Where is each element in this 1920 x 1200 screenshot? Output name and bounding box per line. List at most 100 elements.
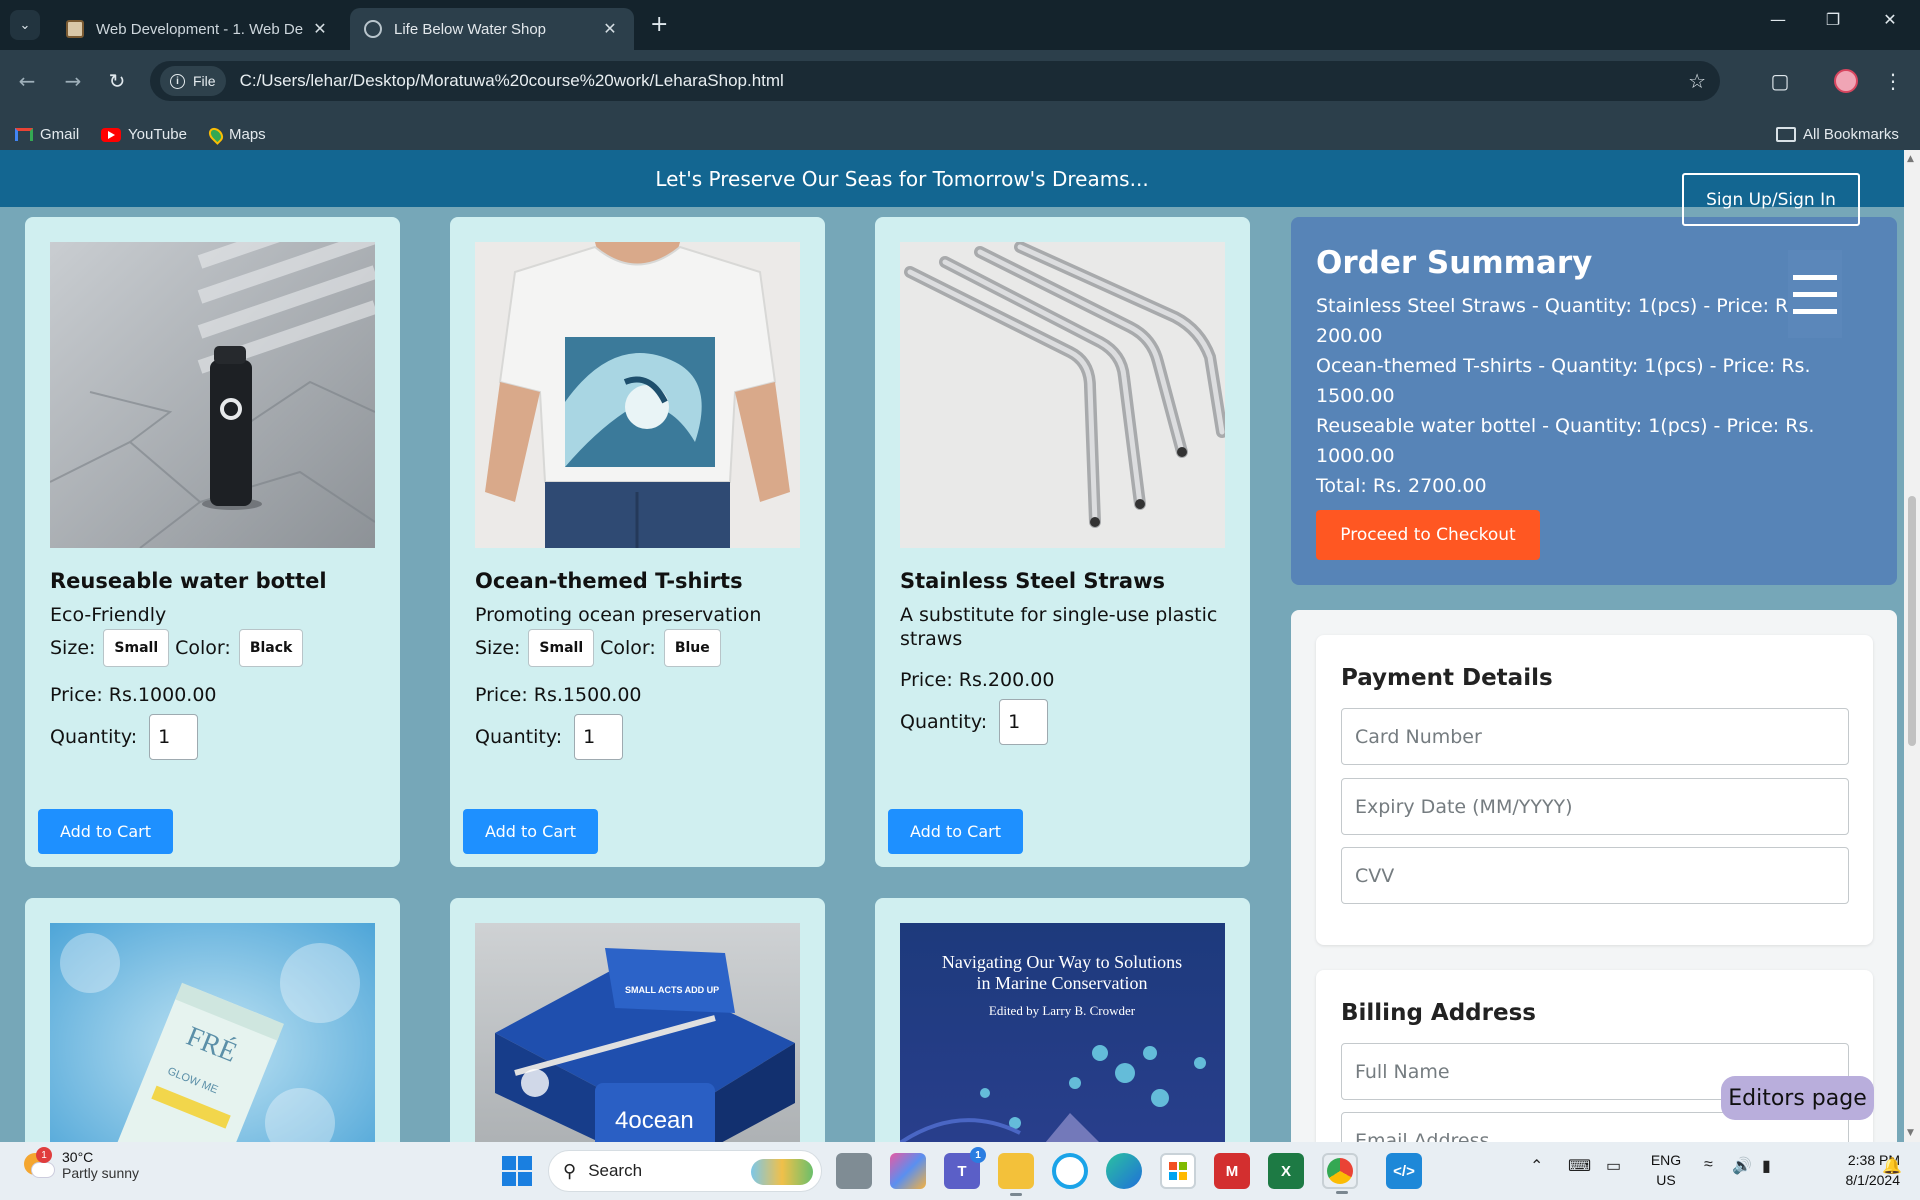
chevron-down-icon: ⌄ <box>19 17 31 33</box>
product-price: Price: Rs.1000.00 <box>50 684 217 706</box>
product-name: Reuseable water bottel <box>50 569 327 593</box>
quantity-row: Quantity: 1 <box>475 714 624 760</box>
chevron-up-icon[interactable]: ⌃ <box>1530 1156 1543 1176</box>
add-to-cart-button[interactable]: Add to Cart <box>463 809 598 854</box>
add-to-cart-button[interactable]: Add to Cart <box>888 809 1023 854</box>
close-icon[interactable]: ✕ <box>600 19 620 39</box>
site-info-chip[interactable]: i File <box>160 66 226 96</box>
page-scrollbar[interactable]: ▲ ▼ <box>1904 150 1920 1142</box>
weather-widget[interactable]: 1 30°C Partly sunny <box>22 1147 140 1181</box>
order-summary-title: Order Summary <box>1316 245 1593 281</box>
quantity-label: Quantity: <box>50 726 138 748</box>
forward-icon[interactable]: → <box>58 66 88 96</box>
cortana-icon[interactable] <box>1052 1153 1088 1189</box>
weather-condition: Partly sunny <box>62 1165 140 1181</box>
bookmark-label: Maps <box>229 126 266 143</box>
keyboard-icon[interactable]: ⌨ <box>1568 1156 1591 1176</box>
new-tab-button[interactable]: + <box>650 12 668 37</box>
scroll-down-icon[interactable]: ▼ <box>1907 1128 1914 1138</box>
quantity-row: Quantity: 1 <box>50 714 199 760</box>
file-explorer-icon[interactable] <box>998 1153 1034 1196</box>
add-to-cart-button[interactable]: Add to Cart <box>38 809 173 854</box>
windows-start-icon[interactable] <box>502 1156 532 1186</box>
cvv-input[interactable]: CVV <box>1341 847 1849 904</box>
browser-tab-strip: ⌄ Web Development - 1. Web De ✕ Life Bel… <box>0 0 1920 50</box>
edge-icon[interactable] <box>1106 1153 1142 1189</box>
profile-button[interactable] <box>1831 66 1861 96</box>
notification-bell-icon[interactable]: 🔔 <box>1882 1156 1902 1176</box>
scroll-thumb[interactable] <box>1908 496 1916 746</box>
banner-text: Let's Preserve Our Seas for Tomorrow's D… <box>655 166 1149 191</box>
product-price: Price: Rs.1500.00 <box>475 684 642 706</box>
taskbar-search-box[interactable]: ⚲ Search <box>548 1150 822 1192</box>
bookmark-youtube[interactable]: YouTube <box>101 126 187 143</box>
excel-icon[interactable]: X <box>1268 1153 1304 1189</box>
tab-search-button[interactable]: ⌄ <box>10 10 40 40</box>
menu-dots-icon[interactable]: ⋮ <box>1878 66 1908 96</box>
hero-banner: Let's Preserve Our Seas for Tomorrow's D… <box>0 150 1904 207</box>
task-view-icon[interactable] <box>836 1153 872 1189</box>
order-line: Reuseable water bottel - Quantity: 1(pcs… <box>1316 415 1815 467</box>
mcafee-icon[interactable]: M <box>1214 1153 1250 1189</box>
order-line: Stainless Steel Straws - Quantity: 1(pcs… <box>1316 295 1805 347</box>
extensions-icon[interactable]: ▢ <box>1765 66 1795 96</box>
bookmark-label: YouTube <box>128 126 187 143</box>
wifi-icon[interactable]: ≈ <box>1704 1156 1713 1174</box>
tote-text: SMALL ACTS ADD UP <box>625 985 719 995</box>
youtube-icon <box>101 127 121 142</box>
web-page-viewport: Let's Preserve Our Seas for Tomorrow's D… <box>0 150 1904 1142</box>
billing-address-title: Billing Address <box>1341 1000 1536 1026</box>
size-select[interactable]: Small <box>528 629 595 667</box>
product-name: Ocean-themed T-shirts <box>475 569 743 593</box>
browser-tab-life-below-water[interactable]: Life Below Water Shop ✕ <box>350 8 634 50</box>
hamburger-menu-icon[interactable] <box>1788 250 1842 338</box>
bookmark-gmail[interactable]: Gmail <box>15 126 79 143</box>
color-select[interactable]: Blue <box>663 629 721 667</box>
order-line: Ocean-themed T-shirts - Quantity: 1(pcs)… <box>1316 355 1811 407</box>
close-icon[interactable]: ✕ <box>310 19 330 39</box>
star-icon[interactable]: ☆ <box>1688 69 1706 93</box>
tablet-mode-icon[interactable]: ▭ <box>1606 1156 1621 1176</box>
payment-details-panel: Payment Details Card Number Expiry Date … <box>1316 635 1873 945</box>
quantity-input[interactable]: 1 <box>999 699 1049 745</box>
microsoft-store-icon[interactable] <box>1160 1153 1196 1189</box>
size-label: Size: <box>50 637 96 659</box>
chrome-icon[interactable] <box>1322 1153 1358 1194</box>
vscode-icon[interactable]: </> <box>1386 1153 1422 1189</box>
reload-icon[interactable]: ↻ <box>102 66 132 96</box>
expiry-date-input[interactable]: Expiry Date (MM/YYYY) <box>1341 778 1849 835</box>
address-bar[interactable]: i File C:/Users/lehar/Desktop/Moratuwa%2… <box>150 61 1720 101</box>
browser-tab-web-development[interactable]: Web Development - 1. Web De ✕ <box>52 8 344 50</box>
teams-badge: 1 <box>970 1147 986 1163</box>
scroll-up-icon[interactable]: ▲ <box>1907 154 1914 164</box>
restore-icon[interactable]: ❐ <box>1813 10 1853 29</box>
language-indicator[interactable]: ENG US <box>1646 1150 1686 1190</box>
window-close-icon[interactable]: ✕ <box>1870 10 1910 29</box>
back-icon[interactable]: ← <box>12 66 42 96</box>
sign-in-button[interactable]: Sign Up/Sign In <box>1682 173 1860 226</box>
search-icon: ⚲ <box>563 1160 577 1181</box>
quantity-row: Quantity: 1 <box>900 699 1049 745</box>
product-description: Promoting ocean preservation <box>475 604 762 626</box>
globe-icon <box>364 20 382 38</box>
proceed-to-checkout-button[interactable]: Proceed to Checkout <box>1316 510 1540 560</box>
product-card-sunscreen: FRÉ GLOW ME <box>25 898 400 1142</box>
editors-page-button[interactable]: Editors page <box>1721 1076 1874 1120</box>
language-region: US <box>1656 1172 1676 1188</box>
color-select[interactable]: Black <box>238 629 304 667</box>
copilot-icon[interactable] <box>890 1153 926 1189</box>
quantity-input[interactable]: 1 <box>574 714 624 760</box>
volume-icon[interactable]: 🔊 <box>1732 1156 1752 1176</box>
size-select[interactable]: Small <box>103 629 170 667</box>
quantity-input[interactable]: 1 <box>149 714 199 760</box>
url-text: C:/Users/lehar/Desktop/Moratuwa%20course… <box>239 71 784 90</box>
all-bookmarks-button[interactable]: All Bookmarks <box>1776 126 1899 143</box>
battery-icon[interactable]: ▮ <box>1762 1156 1771 1176</box>
card-number-input[interactable]: Card Number <box>1341 708 1849 765</box>
minimize-icon[interactable]: — <box>1758 10 1798 29</box>
product-card-tshirt: Ocean-themed T-shirts Promoting ocean pr… <box>450 217 825 867</box>
bookmark-maps[interactable]: Maps <box>206 124 266 145</box>
color-label: Color: <box>175 637 231 659</box>
folder-icon <box>1776 127 1796 142</box>
teams-icon[interactable]: T 1 <box>944 1147 986 1189</box>
